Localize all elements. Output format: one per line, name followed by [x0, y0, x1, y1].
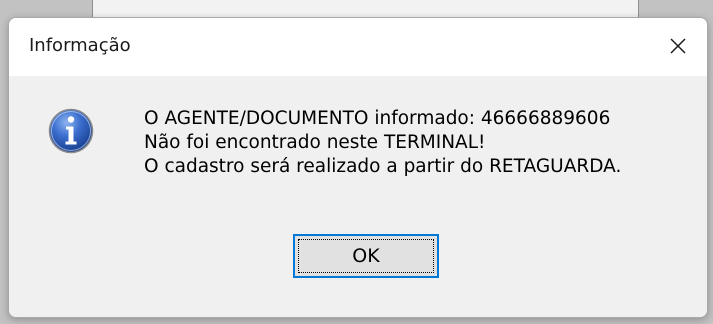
message-line: O AGENTE/DOCUMENTO informado: 4666688960…: [144, 108, 611, 129]
ok-button[interactable]: OK: [293, 234, 439, 278]
ok-button-label: OK: [352, 245, 380, 267]
information-dialog: Informação O AGENTE/DOCUMENTO informado:…: [8, 17, 708, 318]
dialog-content: O AGENTE/DOCUMENTO informado: 4666688960…: [9, 76, 707, 317]
message-line: O cadastro será realizado a partir do RE…: [144, 156, 622, 177]
close-button[interactable]: [661, 29, 695, 63]
info-icon: [48, 108, 94, 154]
dialog-titlebar: Informação: [9, 18, 707, 76]
dialog-title: Informação: [29, 35, 131, 56]
dialog-message: O AGENTE/DOCUMENTO informado: 4666688960…: [144, 107, 621, 179]
message-line: Não foi encontrado neste TERMINAL!: [144, 132, 486, 153]
close-icon: [670, 38, 686, 54]
